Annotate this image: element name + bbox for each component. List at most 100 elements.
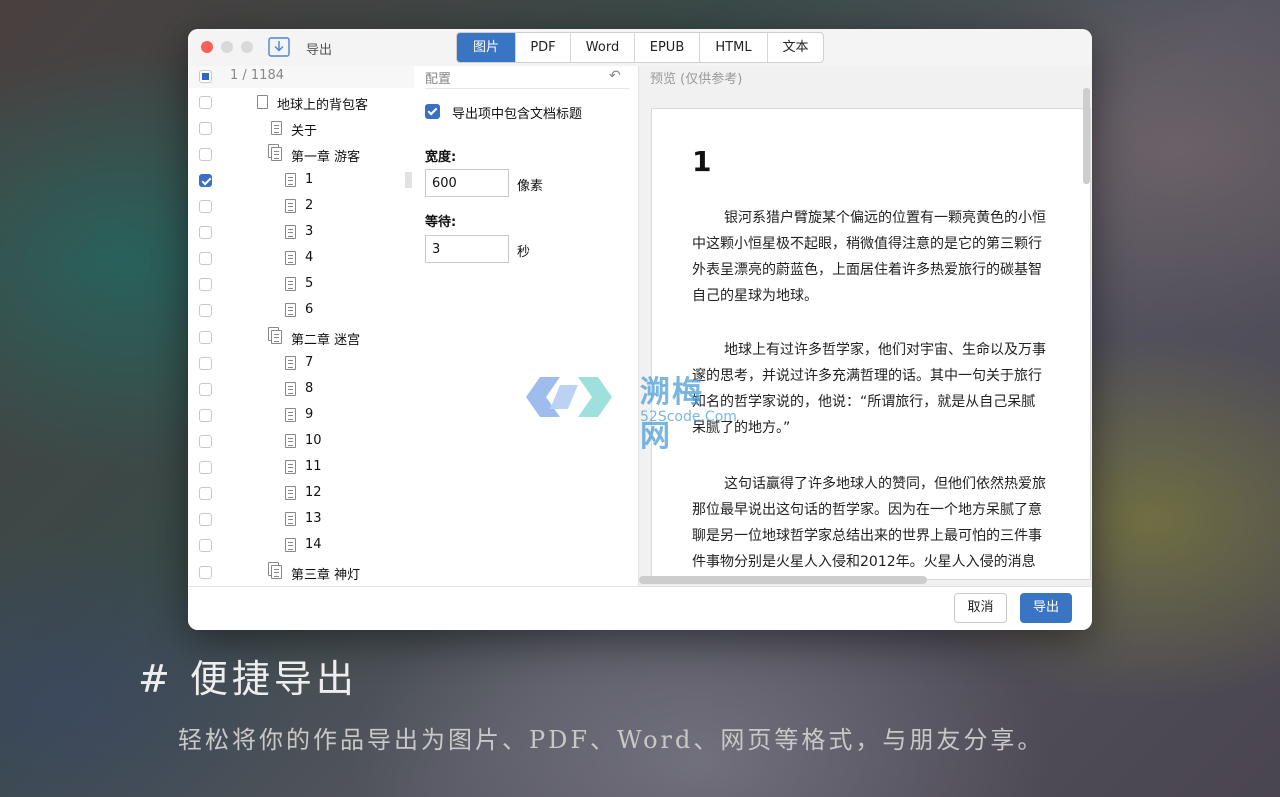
tree-row-10[interactable]: 10	[188, 429, 414, 455]
divider	[425, 88, 630, 89]
preview-paragraph: 这句话赢得了许多地球人的赞同，但他们依然热爱旅 那位最早说出这句话的哲学家。因为…	[692, 476, 1046, 570]
wait-unit: 秒	[517, 245, 531, 260]
preview-heading: 1	[692, 145, 712, 178]
tree-row-14[interactable]: 14	[188, 533, 414, 559]
tree-row-about[interactable]: 关于	[188, 116, 414, 142]
document-icon	[285, 199, 296, 213]
tab-word[interactable]: Word	[570, 33, 634, 62]
tab-epub[interactable]: EPUB	[634, 33, 699, 62]
tree-checkbox[interactable]	[199, 435, 212, 448]
tree-label: 第一章 游客	[291, 150, 361, 165]
document-icon	[285, 538, 296, 552]
close-window-button[interactable]	[201, 41, 213, 53]
watermark: 溯梅网 52Scode.Com	[490, 357, 737, 454]
folder-document-icon	[271, 565, 282, 579]
width-input[interactable]	[425, 169, 509, 197]
width-label: 宽度:	[425, 150, 457, 165]
document-icon	[285, 486, 296, 500]
cancel-button[interactable]: 取消	[954, 593, 1007, 623]
include-title-label: 导出项中包含文档标题	[452, 107, 583, 122]
tab-html[interactable]: HTML	[699, 33, 767, 62]
tree-label: 9	[305, 407, 314, 422]
preview-panel: 预览 (仅供参考) 1 银河系猎户臂旋某个偏远的位置有一颗亮黄色的小恒 中这颗小…	[639, 66, 1092, 586]
tree-row-4[interactable]: 4	[188, 246, 414, 272]
tree-checkbox[interactable]	[199, 174, 212, 187]
document-icon	[285, 382, 296, 396]
preview-page: 1 银河系猎户臂旋某个偏远的位置有一颗亮黄色的小恒 中这颗小恒星极不起眼，稍微值…	[651, 108, 1091, 580]
tree-checkbox[interactable]	[199, 357, 212, 370]
tree-row-chapter-2[interactable]: 第二章 迷宫	[188, 325, 414, 351]
titlebar: 导出 图片 PDF Word EPUB HTML 文本	[188, 29, 1092, 66]
tree-row-2[interactable]: 2	[188, 194, 414, 220]
tree-label: 2	[305, 198, 314, 213]
document-icon	[285, 277, 296, 291]
selection-counter: 1 / 1184	[230, 68, 284, 83]
tree-row-6[interactable]: 6	[188, 298, 414, 324]
tree-row-book[interactable]: 地球上的背包客	[188, 90, 414, 116]
tree-checkbox[interactable]	[199, 252, 212, 265]
tree-label: 10	[305, 433, 322, 448]
export-window: 导出 图片 PDF Word EPUB HTML 文本 1 / 1184 地球上…	[188, 29, 1092, 630]
preview-paragraph: 银河系猎户臂旋某个偏远的位置有一颗亮黄色的小恒 中这颗小恒星极不起眼，稍微值得注…	[692, 210, 1046, 304]
folder-document-icon	[271, 330, 282, 344]
document-icon	[285, 512, 296, 526]
preview-vertical-scrollbar[interactable]	[1083, 88, 1090, 184]
folder-document-icon	[271, 147, 282, 161]
tree-row-12[interactable]: 12	[188, 481, 414, 507]
tree-label: 3	[305, 224, 314, 239]
tree-checkbox[interactable]	[199, 96, 212, 109]
tree-row-chapter-3[interactable]: 第三章 神灯	[188, 560, 414, 586]
reset-icon[interactable]: ↶	[609, 68, 621, 84]
tree-checkbox[interactable]	[199, 226, 212, 239]
watermark-logo-icon	[526, 377, 612, 417]
tree-checkbox[interactable]	[199, 148, 212, 161]
tree-checkbox[interactable]	[199, 278, 212, 291]
tree-row-chapter-1[interactable]: 第一章 游客	[188, 142, 414, 168]
tab-image[interactable]: 图片	[457, 33, 515, 62]
tree-row-13[interactable]: 13	[188, 507, 414, 533]
document-icon	[285, 434, 296, 448]
tree-checkbox[interactable]	[199, 409, 212, 422]
tree-row-8[interactable]: 8	[188, 377, 414, 403]
tree-checkbox[interactable]	[199, 200, 212, 213]
tree-checkbox[interactable]	[199, 487, 212, 500]
tree-label: 4	[305, 250, 314, 265]
tree-checkbox[interactable]	[199, 539, 212, 552]
tree-checkbox[interactable]	[199, 383, 212, 396]
tree-row-5[interactable]: 5	[188, 272, 414, 298]
window-title: 导出	[306, 43, 333, 58]
tree-row-3[interactable]: 3	[188, 220, 414, 246]
tree-row-7[interactable]: 7	[188, 351, 414, 377]
watermark-subtext: 52Scode.Com	[640, 409, 737, 425]
document-icon	[285, 356, 296, 370]
tree-row-11[interactable]: 11	[188, 455, 414, 481]
tree-label: 第三章 神灯	[291, 568, 361, 583]
maximize-window-button[interactable]	[241, 41, 253, 53]
export-button[interactable]: 导出	[1020, 593, 1072, 623]
tree-header: 1 / 1184	[188, 66, 414, 88]
tree-row-1[interactable]: 1	[188, 168, 414, 194]
preview-paragraph: 地球上有过许多哲学家，他们对宇宙、生命以及万事 邃的思考，并说过许多充满哲理的话…	[692, 342, 1046, 436]
include-title-checkbox[interactable]	[425, 104, 440, 119]
tree-label: 7	[305, 355, 314, 370]
tree-checkbox[interactable]	[199, 461, 212, 474]
tab-pdf[interactable]: PDF	[515, 33, 570, 62]
tree-row-9[interactable]: 9	[188, 403, 414, 429]
tree-checkbox[interactable]	[199, 331, 212, 344]
tree-checkbox[interactable]	[199, 122, 212, 135]
tree-scrollbar[interactable]	[405, 172, 412, 188]
document-tree: 1 / 1184 地球上的背包客 关于 第一章 游客 1 2 3 4 5 6 第…	[188, 66, 415, 586]
select-all-checkbox[interactable]	[199, 70, 212, 83]
preview-horizontal-scrollbar[interactable]	[639, 576, 927, 584]
tree-checkbox[interactable]	[199, 566, 212, 579]
tree-checkbox[interactable]	[199, 304, 212, 317]
wait-input[interactable]	[425, 235, 509, 263]
book-icon	[257, 95, 268, 109]
document-icon	[285, 173, 296, 187]
document-icon	[285, 251, 296, 265]
preview-title: 预览 (仅供参考)	[650, 72, 743, 87]
tab-text[interactable]: 文本	[767, 33, 823, 62]
tree-checkbox[interactable]	[199, 513, 212, 526]
minimize-window-button[interactable]	[221, 41, 233, 53]
tree-label: 12	[305, 485, 322, 500]
